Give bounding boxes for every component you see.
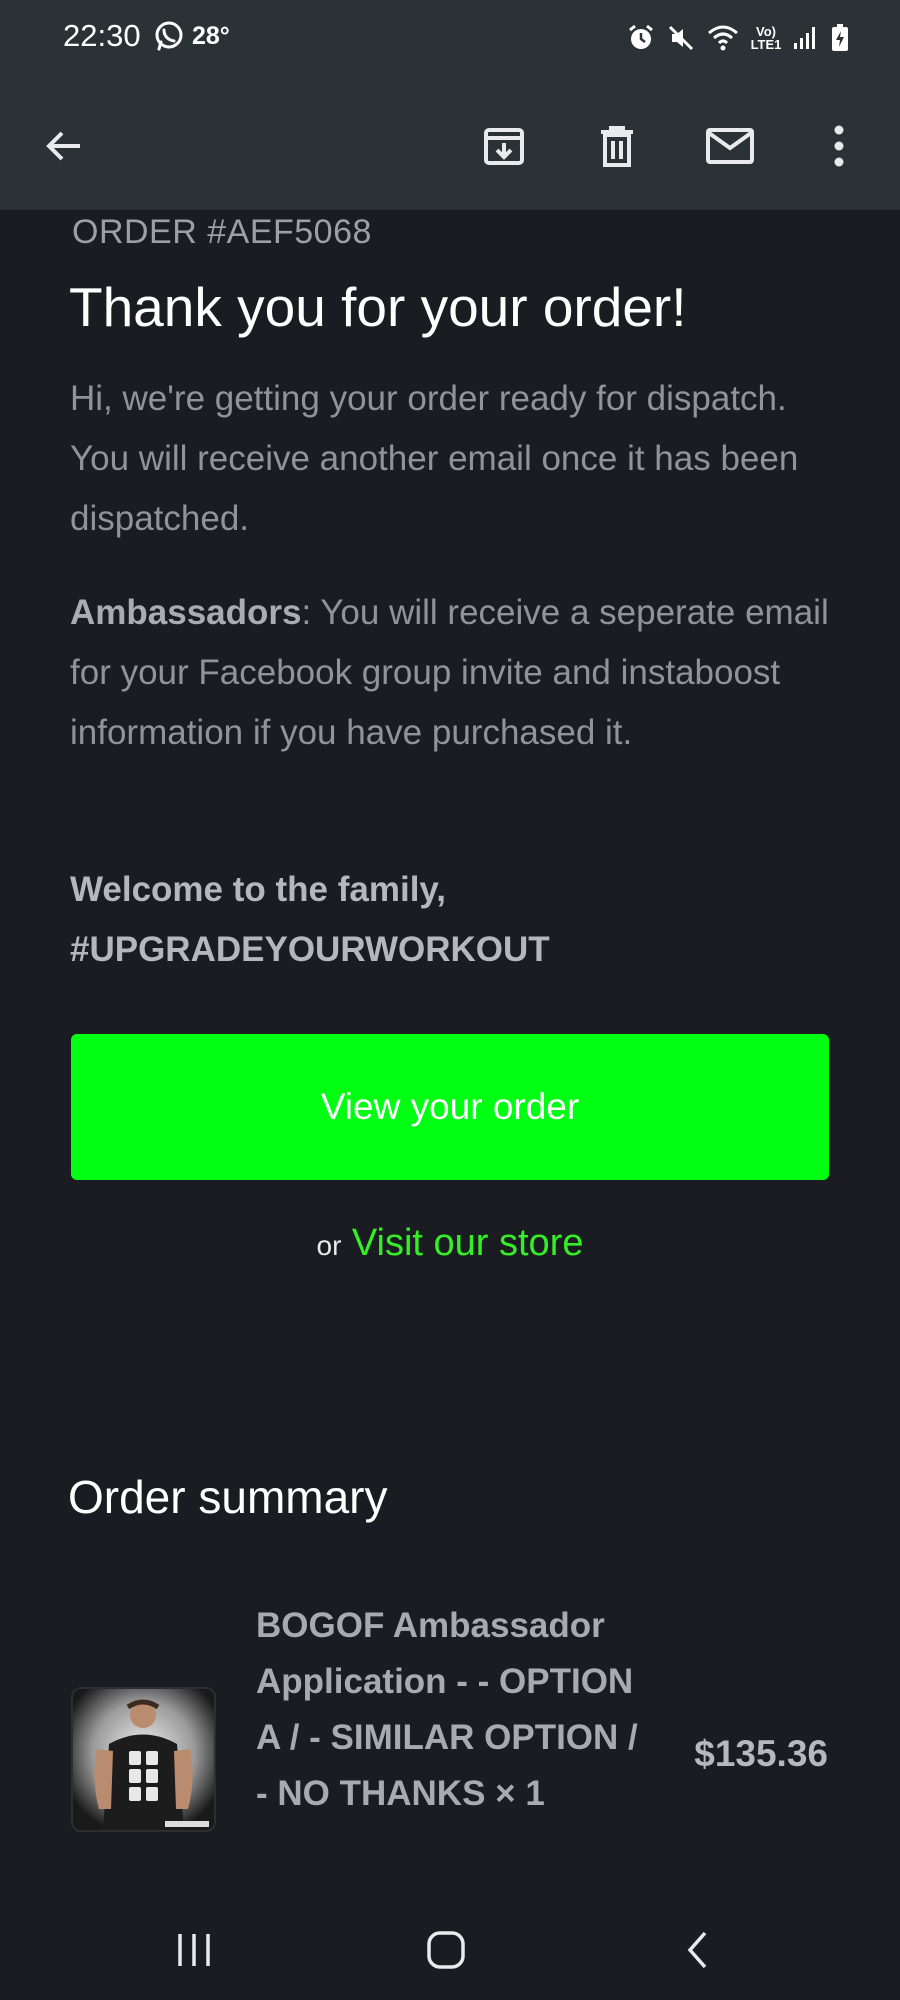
visit-store-link[interactable]: Visit our store (352, 1222, 584, 1264)
store-link-line: or Visit our store (0, 1222, 900, 1265)
item-title: BOGOF Ambassador Application - - OPTION … (256, 1606, 638, 1813)
more-options-icon[interactable] (804, 111, 874, 181)
welcome-hashtag: #UPGRADEYOURWORKOUT (70, 930, 550, 969)
ambassadors-paragraph: Ambassadors: You will receive a seperate… (70, 583, 830, 763)
battery-icon (832, 24, 848, 51)
delete-icon[interactable] (582, 111, 652, 181)
dispatch-paragraph: Hi, we're getting your order ready for d… (70, 379, 799, 538)
back-icon[interactable] (658, 1920, 738, 1980)
product-thumbnail (71, 1687, 216, 1832)
or-text: or (316, 1230, 342, 1261)
item-price: $135.36 (694, 1733, 828, 1774)
wifi-icon (708, 25, 738, 51)
order-number: ORDER #AEF5068 (72, 213, 372, 251)
product-image (73, 1689, 214, 1830)
ambassadors-label: Ambassadors (70, 593, 302, 632)
archive-icon[interactable] (469, 111, 539, 181)
order-summary-title: Order summary (68, 1471, 388, 1523)
back-arrow-icon[interactable] (29, 111, 99, 181)
mark-unread-icon[interactable] (695, 111, 765, 181)
welcome-line-1: Welcome to the family, (70, 870, 447, 909)
recent-apps-icon[interactable] (154, 1920, 234, 1980)
network-label: Vo) LTE1 (750, 24, 782, 52)
status-bar: 22:30 28° Vo) LTE1 (0, 0, 900, 80)
status-time: 22:30 (63, 18, 141, 53)
signal-icon (794, 27, 815, 49)
system-nav-bar (0, 1900, 900, 2000)
email-toolbar (0, 80, 900, 210)
status-temperature: 28° (192, 22, 230, 50)
alarm-icon (629, 24, 653, 49)
mute-icon (668, 25, 694, 51)
home-icon[interactable] (406, 1920, 486, 1980)
whatsapp-icon (155, 21, 183, 51)
welcome-text: Welcome to the family, #UPGRADEYOURWORKO… (70, 860, 830, 980)
email-heading: Thank you for your order! (69, 276, 687, 338)
view-order-button[interactable]: View your order (71, 1034, 829, 1180)
